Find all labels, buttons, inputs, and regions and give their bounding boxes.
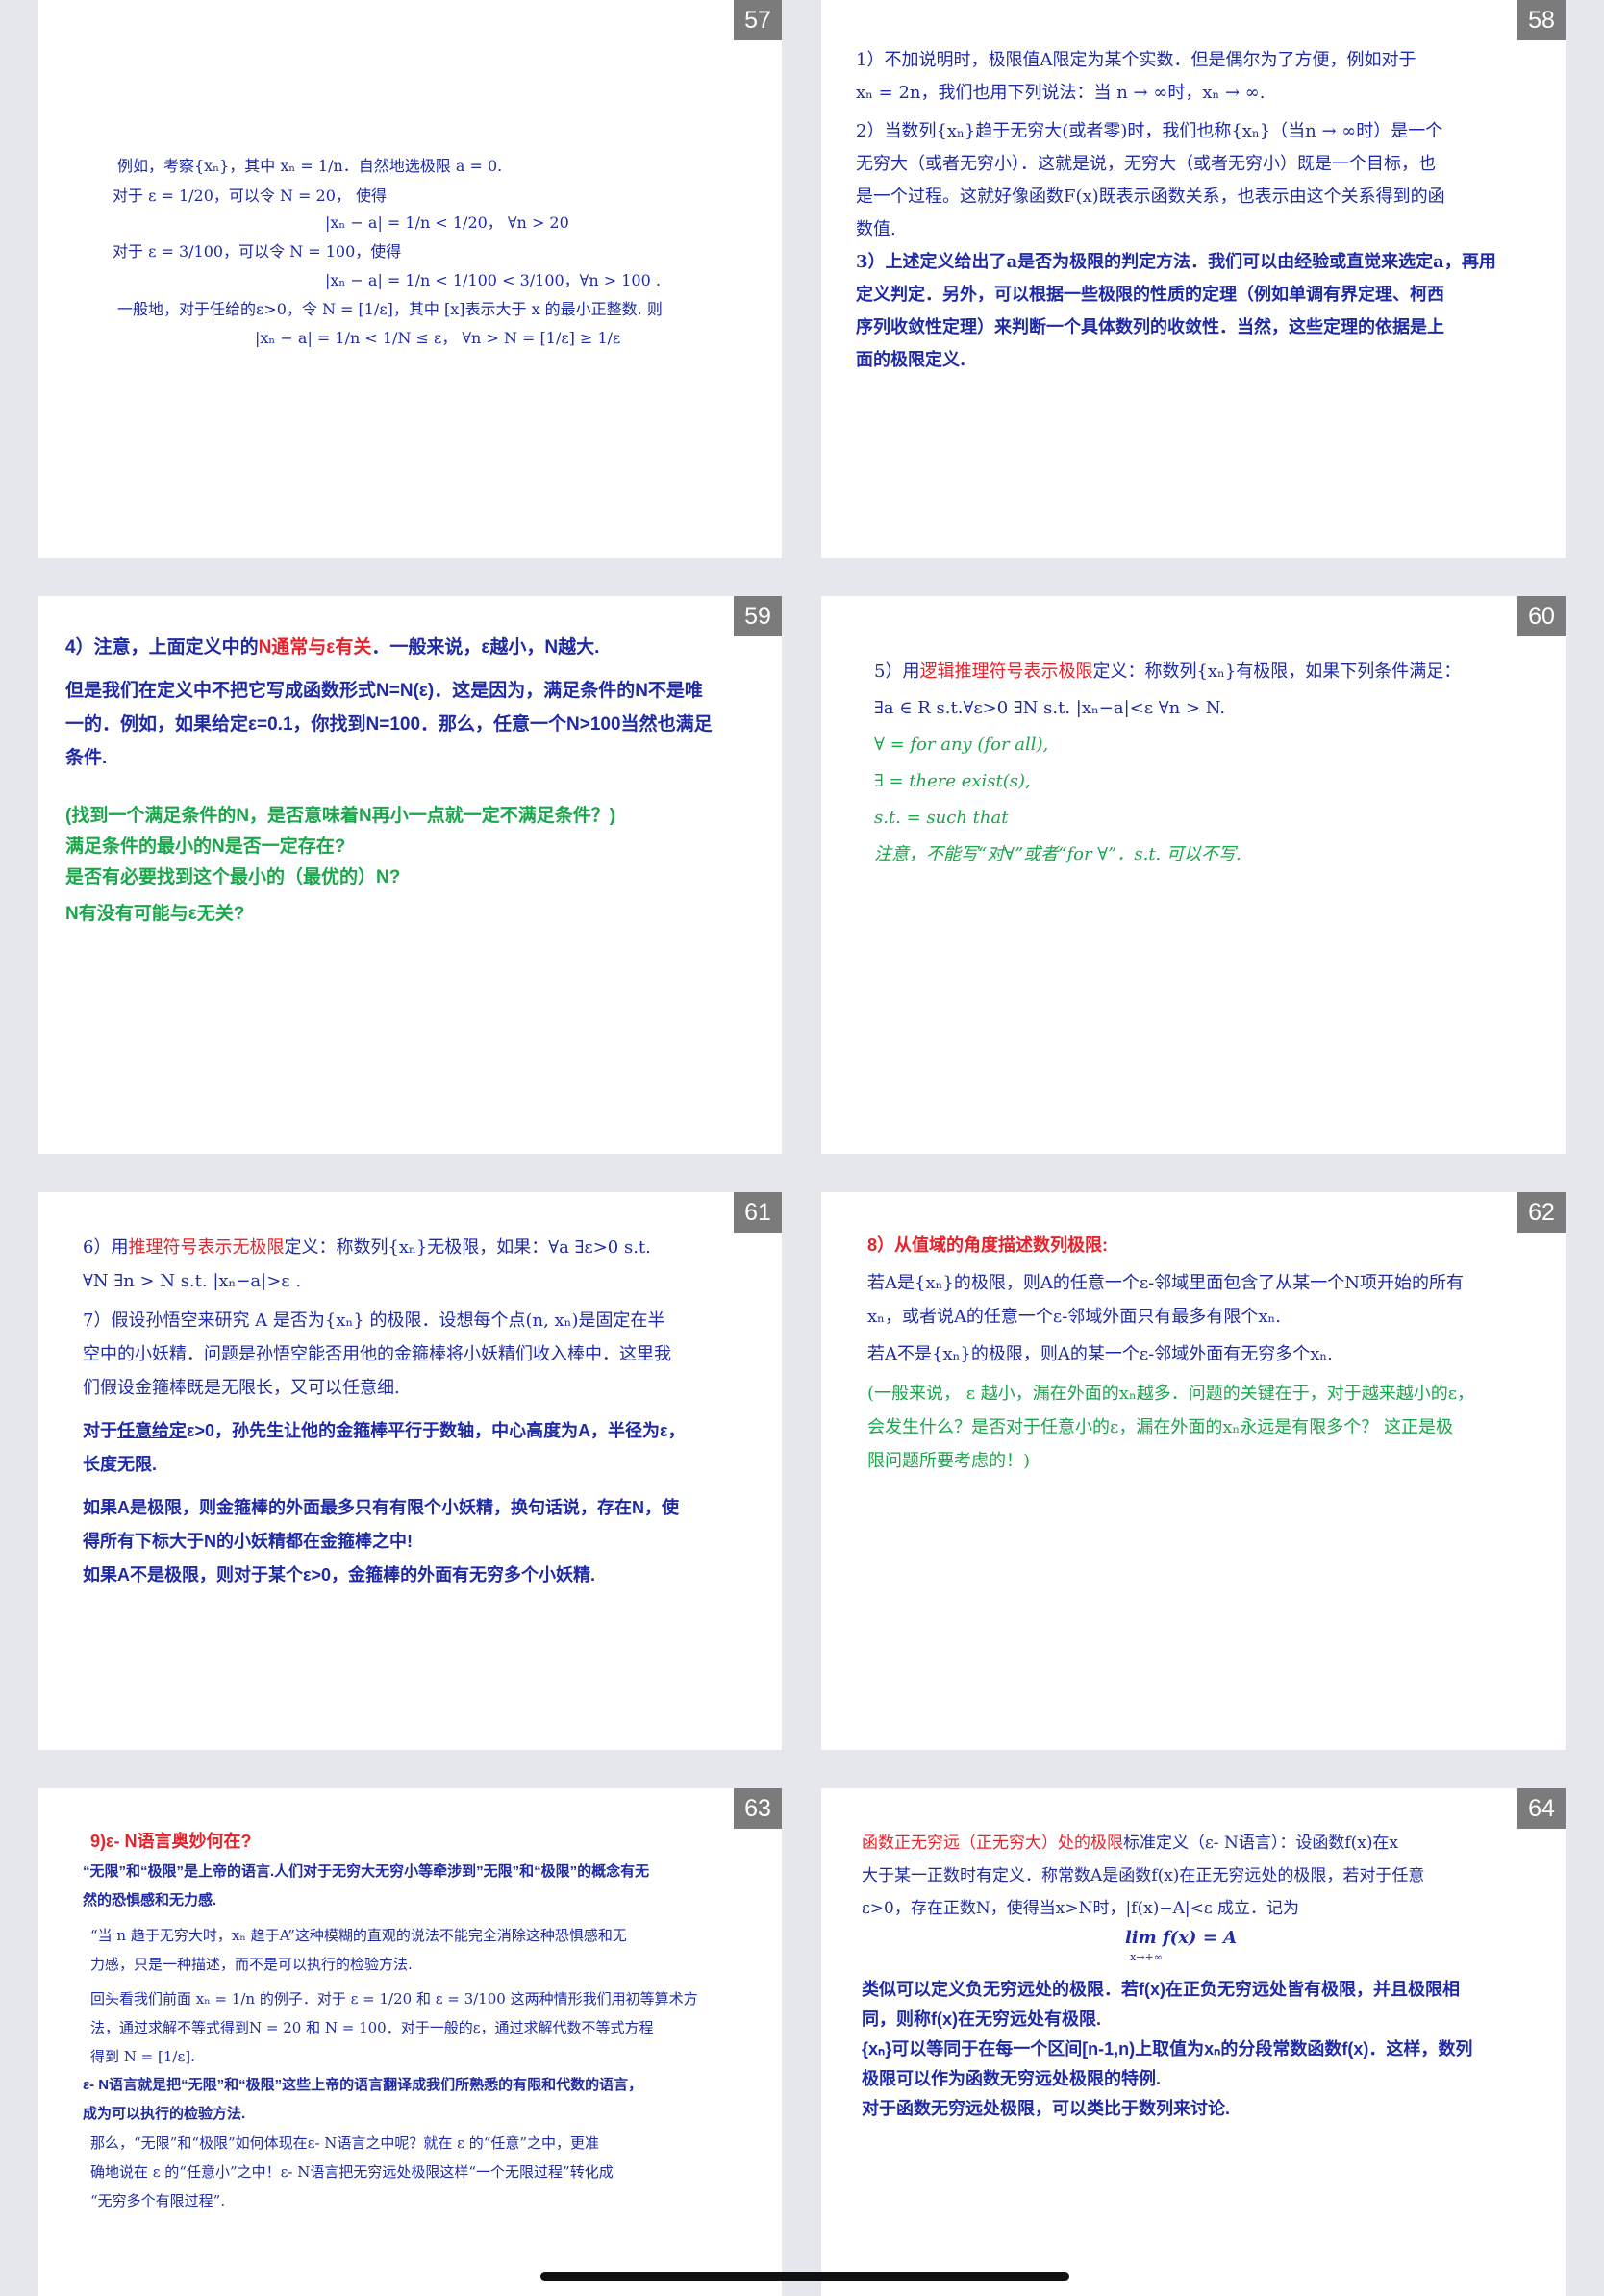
text-line: 然的恐惧感和无力感. xyxy=(83,1892,217,1909)
text-line: 法，通过求解不等式得到N = 20 和 N = 100．对于一般的ε，通过求解代… xyxy=(90,2019,654,2036)
text-line: 1）不加说明时，极限值A限定为某个实数．但是偶尔为了方便，例如对于 xyxy=(856,50,1416,70)
text-line: “当 n 趋于无穷大时，xₙ 趋于A”这种模糊的直观的说法不能完全消除这种恐惧感… xyxy=(90,1927,627,1944)
text-line: 长度无限. xyxy=(83,1455,158,1474)
slide-body: 8）从值域的角度描述数列极限: 若A是{xₙ}的极限，则A的任意一个ε-邻域里面… xyxy=(867,1229,1550,1478)
text-line: 2）当数列{xₙ}趋于无穷大(或者零)时，我们也称{xₙ}（当n → ∞时）是一… xyxy=(856,121,1443,141)
page-number: 63 xyxy=(734,1788,782,1829)
text-line: 若A不是{xₙ}的极限，则A的某一个ε-邻域外面有无穷多个xₙ. xyxy=(867,1344,1333,1364)
page-number: 64 xyxy=(1517,1788,1566,1829)
slide-title: 9)ε- N语言奥妙何在? xyxy=(90,1832,252,1851)
slide-58: 58 1）不加说明时，极限值A限定为某个实数．但是偶尔为了方便，例如对于 xₙ … xyxy=(821,0,1566,558)
slide-body: 1）不加说明时，极限值A限定为某个实数．但是偶尔为了方便，例如对于 xₙ = 2… xyxy=(856,44,1529,377)
text-line: 对于 ε = 3/100，可以令 N = 100，使得 xyxy=(113,242,402,261)
limit-formula: lim f(x) = A x→+∞ xyxy=(1124,1928,1238,1963)
text-line: 们假设金箍棒既是无限长，又可以任意细. xyxy=(83,1378,400,1398)
text-line: “无限”和“极限”是上帝的语言.人们对于无穷大无穷小等牵涉到”无限”和“极限”的… xyxy=(83,1863,650,1880)
question-line: 满足条件的最小的N是否一定存在? xyxy=(65,836,346,857)
symbol-note: 注意，不能写“对∀”或者“for ∀”．s.t. 可以不写. xyxy=(874,844,1241,864)
text-line: xₙ，或者说A的任意一个ε-邻域外面只有最多有限个xₙ. xyxy=(867,1307,1282,1327)
page-number: 60 xyxy=(1517,596,1566,636)
home-indicator[interactable] xyxy=(540,2272,1069,2281)
text-line: 力感，只是一种描述，而不是可以执行的检验方法. xyxy=(90,1956,413,1973)
math-line: ∃a ∈ R s.t.∀ε>0 ∃N s.t. |xₙ−a|<ε ∀n > N. xyxy=(874,698,1226,718)
text-line: 极限可以作为函数无穷远处极限的特例. xyxy=(862,2069,1161,2088)
comment-line: (一般来说， ε 越小，漏在外面的xₙ越多．问题的关键在于，对于越来越小的ε， xyxy=(867,1384,1475,1404)
slide-57: 57 例如，考察{xₙ}，其中 xₙ = 1/n．自然地选极限 a = 0. 对… xyxy=(38,0,782,558)
symbol-note: ∃ = there exist(s), xyxy=(874,771,1031,791)
text-line: 空中的小妖精．问题是孙悟空能否用他的金箍棒将小妖精们收入棒中．这里我 xyxy=(83,1344,671,1364)
question-line: N有没有可能与ε无关? xyxy=(65,904,245,924)
text-line: 得所有下标大于N的小妖精都在金箍棒之中! xyxy=(83,1532,413,1551)
text-line: 序列收敛性定理）来判断一个具体数列的收敛性．当然，这些定理的依据是上 xyxy=(856,317,1444,337)
definition-line: 函数正无穷远（正无穷大）处的极限标准定义（ε- N语言）：设函数f(x)在x xyxy=(862,1834,1399,1853)
slide-body: 9)ε- N语言奥妙何在? “无限”和“极限”是上帝的语言.人们对于无穷大无穷小… xyxy=(83,1827,775,2215)
text-line: 确地说在 ε 的“任意小”之中！ε- N语言把无穷远处极限这样“一个无限过程”转… xyxy=(90,2163,614,2181)
text-line: 如果A不是极限，则对于某个ε>0，金箍棒的外面有无穷多个小妖精. xyxy=(83,1565,596,1585)
question-line: 是否有必要找到这个最小的（最优的）N? xyxy=(65,867,401,887)
page-number: 62 xyxy=(1517,1192,1566,1233)
text-line: 3）上述定义给出了a是否为极限的判定方法．我们可以由经验或直觉来选定a，再用 xyxy=(856,252,1496,272)
text-line: 例如，考察{xₙ}，其中 xₙ = 1/n．自然地选极限 a = 0. xyxy=(117,157,503,175)
text-line: 成为可以执行的检验方法. xyxy=(83,2106,246,2122)
text-line: 对于任意给定ε>0，孙先生让他的金箍棒平行于数轴，中心高度为A，半径为ε， xyxy=(83,1421,686,1440)
slide-title: 8）从值域的角度描述数列极限: xyxy=(867,1235,1109,1255)
text-line: 定义判定．另外，可以根据一些极限的性质的定理（例如单调有界定理、柯西 xyxy=(856,285,1444,305)
text-line: 数值. xyxy=(856,219,896,239)
text-line: 无穷大（或者无穷小）．这就是说，无穷大（或者无穷小）既是一个目标，也 xyxy=(856,154,1436,174)
text-line: 同，则称f(x)在无穷远处有极限. xyxy=(862,2009,1101,2029)
symbol-note: ∀ = for any (for all), xyxy=(874,735,1049,755)
page-number: 58 xyxy=(1517,0,1566,40)
text-line: 但是我们在定义中不把它写成函数形式N=N(ε)．这是因为，满足条件的N不是唯 xyxy=(65,681,703,701)
slide-64: 64 函数正无穷远（正无穷大）处的极限标准定义（ε- N语言）：设函数f(x)在… xyxy=(821,1788,1566,2296)
text-line: 类似可以定义负无穷远处的极限．若f(x)在正负无穷远处皆有极限，并且极限相 xyxy=(862,1980,1460,1999)
text-line: ε- N语言就是把“无限”和“极限”这些上帝的语言翻译成我们所熟悉的有限和代数的… xyxy=(83,2077,643,2093)
question-line: (找到一个满足条件的N，是否意味着N再小一点就一定不满足条件？) xyxy=(65,806,616,826)
text-line: “无穷多个有限过程”. xyxy=(90,2192,226,2209)
definition-line: 6）用推理符号表示无极限定义：称数列{xₙ}无极限，如果：∀a ∃ε>0 s.t… xyxy=(83,1237,651,1258)
slide-60: 60 5）用逻辑推理符号表示极限定义：称数列{xₙ}有极限，如果下列条件满足： … xyxy=(821,596,1566,1154)
text-line: 一的．例如，如果给定ε=0.1，你找到N=100．那么，任意一个N>100当然也… xyxy=(65,714,713,735)
text-line: 回头看我们前面 xₙ = 1/n 的例子．对于 ε = 1/20 和 ε = 3… xyxy=(90,1990,698,2008)
math-line: |xₙ − a| = 1/n < 1/20， ∀n > 20 xyxy=(325,213,569,232)
text-line: xₙ = 2n，我们也用下列说法：当 n → ∞时，xₙ → ∞. xyxy=(856,83,1266,103)
slide-body: 5）用逻辑推理符号表示极限定义：称数列{xₙ}有极限，如果下列条件满足： ∃a … xyxy=(874,654,1547,873)
slide-59: 59 4）注意，上面定义中的N通常与ε有关．一般来说，ε越小，N越大. 但是我们… xyxy=(38,596,782,1154)
definition-line: 5）用逻辑推理符号表示极限定义：称数列{xₙ}有极限，如果下列条件满足： xyxy=(874,661,1462,682)
symbol-note: s.t. = such that xyxy=(874,808,1009,828)
text-line: 若A是{xₙ}的极限，则A的任意一个ε-邻域里面包含了从某一个N项开始的所有 xyxy=(867,1273,1464,1293)
slide-body: 例如，考察{xₙ}，其中 xₙ = 1/n．自然地选极限 a = 0. 对于 ε… xyxy=(77,156,750,349)
text-line: 大于某一正数时有定义．称常数A是函数f(x)在正无穷远处的极限，若对于任意 xyxy=(862,1866,1425,1885)
slide-61: 61 6）用推理符号表示无极限定义：称数列{xₙ}无极限，如果：∀a ∃ε>0 … xyxy=(38,1192,782,1750)
text-line: 条件. xyxy=(65,748,108,768)
slide-body: 函数正无穷远（正无穷大）处的极限标准定义（ε- N语言）：设函数f(x)在x 大… xyxy=(862,1827,1554,2124)
text-line: 7）假设孙悟空来研究 A 是否为{xₙ} 的极限．设想每个点(n, xₙ)是固定… xyxy=(83,1310,665,1331)
slide-62: 62 8）从值域的角度描述数列极限: 若A是{xₙ}的极限，则A的任意一个ε-邻… xyxy=(821,1192,1566,1750)
text-line: ε>0，存在正数N，使得当x>N时，|f(x)−A|<ε 成立．记为 xyxy=(862,1899,1300,1918)
text-line: 如果A是极限，则金箍棒的外面最多只有有限个小妖精，换句话说，存在N，使 xyxy=(83,1498,679,1517)
math-line: ∀N ∃n > N s.t. |xₙ−a|>ε . xyxy=(83,1271,302,1291)
text-line: 一般地，对于任给的ε>0，令 N = [1/ε]，其中 [x]表示大于 x 的最… xyxy=(117,300,663,318)
text-line: 面的极限定义. xyxy=(856,350,966,370)
text-line: 得到 N = [1/ε]. xyxy=(90,2048,195,2065)
math-line: |xₙ − a| = 1/n < 1/N ≤ ε， ∀n > N = [1/ε]… xyxy=(255,329,621,347)
text-line: 对于 ε = 1/20，可以令 N = 20， 使得 xyxy=(113,187,387,205)
slide-body: 6）用推理符号表示无极限定义：称数列{xₙ}无极限，如果：∀a ∃ε>0 s.t… xyxy=(83,1231,775,1592)
slide-body: 4）注意，上面定义中的N通常与ε有关．一般来说，ε越小，N越大. 但是我们在定义… xyxy=(65,631,758,930)
page-number: 61 xyxy=(734,1192,782,1233)
text-line: 对于函数无穷远处极限，可以类比于数列来讨论. xyxy=(862,2099,1230,2118)
math-line: |xₙ − a| = 1/n < 1/100 < 3/100，∀n > 100 … xyxy=(325,271,661,289)
text-line: 那么，“无限”和“极限”如何体现在ε- N语言之中呢？就在 ε 的“任意”之中，… xyxy=(90,2134,600,2152)
text-line: {xₙ}可以等同于在每一个区间[n-1,n)上取值为xₙ的分段常数函数f(x)．… xyxy=(862,2039,1473,2059)
text-line: 是一个过程。这就好像函数F(x)既表示函数关系，也表示由这个关系得到的函 xyxy=(856,187,1445,207)
note-heading: 4）注意，上面定义中的N通常与ε有关．一般来说，ε越小，N越大. xyxy=(65,637,600,658)
page-number: 57 xyxy=(734,0,782,40)
comment-line: 限问题所要考虑的！) xyxy=(867,1451,1031,1471)
comment-line: 会发生什么？是否对于任意小的ε，漏在外面的xₙ永远是有限多个？ 这正是极 xyxy=(867,1417,1453,1437)
slide-63: 63 9)ε- N语言奥妙何在? “无限”和“极限”是上帝的语言.人们对于无穷大… xyxy=(38,1788,782,2296)
